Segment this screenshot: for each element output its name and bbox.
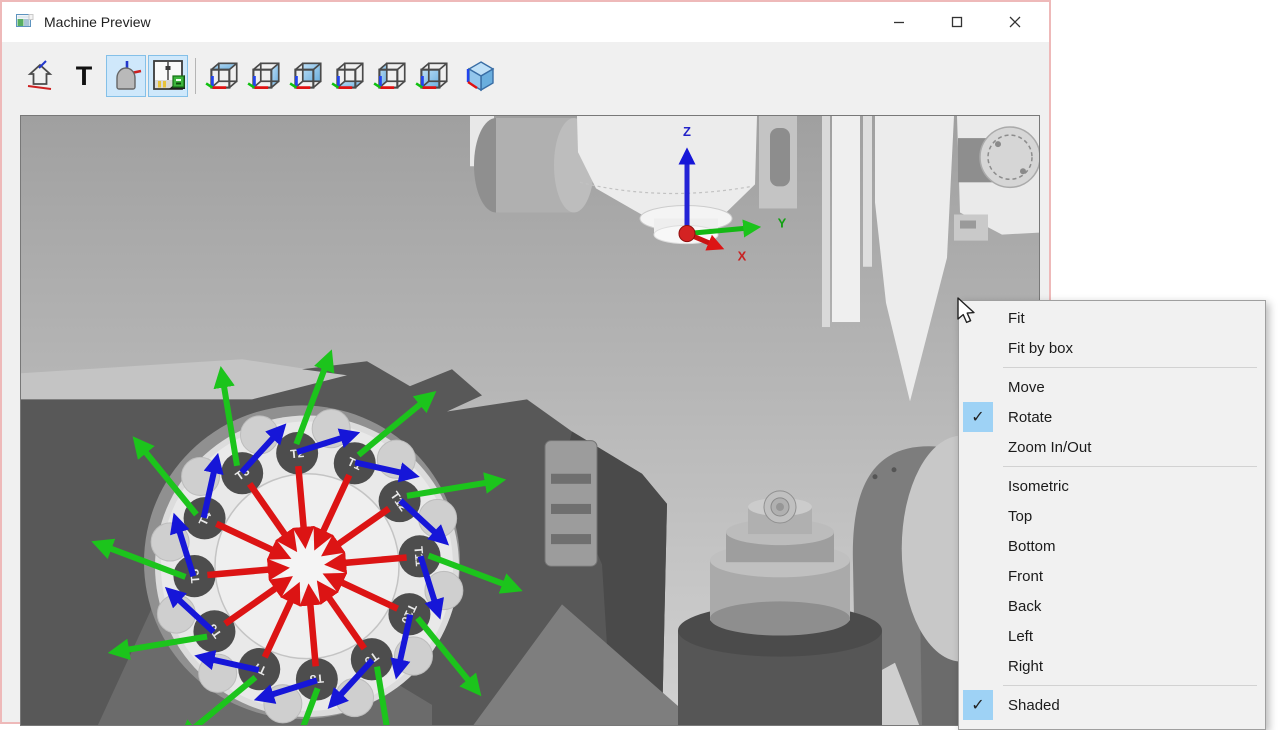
close-icon — [1009, 16, 1021, 28]
viewport-context-menu: Fit Fit by box Move Rotate Zoom In/Out I… — [958, 300, 1266, 730]
view-left-button[interactable] — [371, 55, 411, 97]
machine-scene: T1T2T3T4T5T6T7T8T9T10T11T12 — [21, 116, 1039, 725]
checkmark-icon — [963, 690, 993, 720]
view-cube-back-icon — [288, 58, 326, 94]
toolbar-separator — [195, 58, 196, 94]
view-cube-right-icon — [246, 58, 284, 94]
view-cube-front-icon — [414, 58, 452, 94]
menu-item-bottom[interactable]: Bottom — [959, 531, 1265, 561]
axis-label-y: Y — [778, 216, 787, 231]
show-machine-icon — [149, 58, 187, 94]
menu-item-isometric[interactable]: Isometric — [959, 471, 1265, 501]
menu-item-rotate[interactable]: Rotate — [959, 402, 1265, 432]
view-top-button[interactable] — [203, 55, 243, 97]
machine-3d-viewport[interactable]: T1T2T3T4T5T6T7T8T9T10T11T12 — [20, 115, 1040, 726]
home-isometric-view-button[interactable] — [22, 55, 62, 97]
view-cube-top-icon — [204, 58, 242, 94]
window-title: Machine Preview — [44, 14, 151, 30]
minimize-button[interactable] — [870, 2, 928, 42]
menu-item-left[interactable]: Left — [959, 621, 1265, 651]
menu-item-move[interactable]: Move — [959, 372, 1265, 402]
tool-labels-icon: T — [76, 63, 93, 90]
axis-label-z: Z — [683, 124, 691, 139]
menu-item-zoom-in-out[interactable]: Zoom In/Out — [959, 432, 1265, 462]
checkmark-icon — [963, 402, 993, 432]
view-cube-left-icon — [372, 58, 410, 94]
minimize-icon — [893, 16, 905, 28]
maximize-button[interactable] — [928, 2, 986, 42]
app-window-icon — [16, 14, 34, 30]
menu-item-front[interactable]: Front — [959, 561, 1265, 591]
view-toolbar: T — [2, 42, 1049, 110]
menu-item-fit[interactable]: Fit — [959, 303, 1265, 333]
title-bar[interactable]: Machine Preview — [2, 2, 1049, 42]
view-cube-bottom-icon — [330, 58, 368, 94]
menu-item-right[interactable]: Right — [959, 651, 1265, 681]
maximize-icon — [951, 16, 963, 28]
show-tool-button[interactable] — [106, 55, 146, 97]
axis-label-x: X — [738, 249, 747, 264]
tool-labels-button[interactable]: T — [64, 55, 104, 97]
view-back-button[interactable] — [287, 55, 327, 97]
show-machine-button[interactable] — [148, 55, 188, 97]
machine-preview-window: Machine Preview T — [0, 0, 1051, 724]
view-shaded-isometric-button[interactable] — [460, 55, 500, 97]
menu-separator — [1003, 367, 1257, 368]
menu-separator — [1003, 685, 1257, 686]
close-button[interactable] — [986, 2, 1044, 42]
menu-separator — [1003, 466, 1257, 467]
menu-item-shaded[interactable]: Shaded — [959, 690, 1265, 720]
shaded-iso-cube-icon — [462, 58, 498, 94]
home-isometric-view-icon — [25, 59, 59, 93]
view-bottom-button[interactable] — [329, 55, 369, 97]
menu-item-top[interactable]: Top — [959, 501, 1265, 531]
menu-item-back[interactable]: Back — [959, 591, 1265, 621]
view-front-button[interactable] — [413, 55, 453, 97]
show-tool-icon — [108, 58, 144, 94]
view-right-button[interactable] — [245, 55, 285, 97]
menu-item-fit-by-box[interactable]: Fit by box — [959, 333, 1265, 363]
